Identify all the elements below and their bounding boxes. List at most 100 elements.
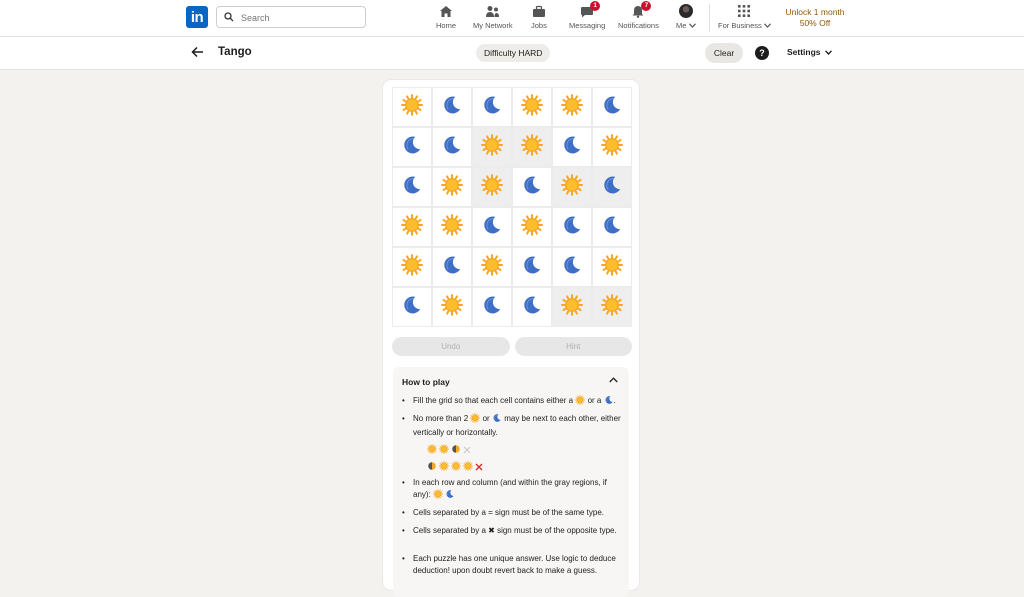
rule-1-or: or a: [587, 396, 602, 405]
moon-icon: [481, 214, 503, 241]
moon-icon: [604, 395, 614, 409]
example-valid-row: [427, 441, 471, 459]
search-icon: [224, 12, 234, 22]
grid-cell[interactable]: [512, 87, 552, 127]
moon-icon: [481, 94, 503, 121]
grid-cell[interactable]: [592, 207, 632, 247]
grid-cell[interactable]: [432, 127, 472, 167]
half-sun-moon-icon: [451, 441, 461, 459]
moon-icon: [441, 94, 463, 121]
grid-cell[interactable]: [432, 167, 472, 207]
undo-button[interactable]: Undo: [392, 337, 510, 356]
settings-button[interactable]: Settings: [787, 47, 832, 57]
nav-jobs-label: Jobs: [531, 21, 547, 30]
grid-cell[interactable]: [432, 87, 472, 127]
grid-cell[interactable]: [392, 287, 432, 327]
tango-grid: [392, 87, 632, 327]
nav-for-business-label-wrap: For Business: [718, 21, 771, 30]
chevron-up-icon[interactable]: [609, 377, 618, 383]
nav-messaging-label: Messaging: [569, 21, 606, 30]
sun-icon: [601, 133, 623, 161]
rule-1-text: Fill the grid so that each cell contains…: [413, 396, 574, 405]
help-icon[interactable]: ?: [755, 46, 769, 60]
rule-4: • Cells separated by a = sign must be of …: [402, 507, 622, 519]
grid-cell[interactable]: [432, 207, 472, 247]
grid-cell[interactable]: [472, 247, 512, 287]
moon-icon: [521, 174, 543, 201]
hint-button[interactable]: Hint: [514, 337, 632, 356]
nav-home[interactable]: Home: [436, 3, 456, 33]
rule-6-text: Each puzzle has one unique answer. Use l…: [413, 554, 616, 575]
example-invalid-row: [427, 458, 483, 476]
promo-line-2: 50% Off: [799, 18, 831, 28]
sun-icon: [439, 458, 449, 476]
moon-icon: [441, 254, 463, 281]
sun-icon: [401, 93, 423, 121]
nav-me-label-wrap: Me: [676, 21, 696, 30]
grid-cell[interactable]: [392, 247, 432, 287]
grid-cell[interactable]: [552, 127, 592, 167]
nav-me[interactable]: Me: [676, 3, 696, 33]
grid-cell[interactable]: [392, 167, 432, 207]
nav-notifications[interactable]: 7 Notifications: [618, 1, 659, 33]
moon-icon: [601, 214, 623, 241]
moon-icon: [521, 254, 543, 281]
sun-icon: [481, 253, 503, 281]
how-to-play-panel: How to play • Fill the grid so that each…: [393, 367, 629, 597]
nav-divider: [709, 4, 710, 32]
grid-cell[interactable]: [512, 247, 552, 287]
grid-cell[interactable]: [552, 167, 592, 207]
premium-promo-link[interactable]: Unlock 1 month 50% Off: [780, 7, 850, 29]
half-sun-moon-icon: [427, 458, 437, 476]
sun-icon: [470, 413, 481, 427]
grid-cell[interactable]: [472, 287, 512, 327]
grid-cell[interactable]: [472, 207, 512, 247]
search-box[interactable]: [216, 6, 366, 28]
grid-cell[interactable]: [552, 207, 592, 247]
sun-icon: [401, 253, 423, 281]
grid-cell[interactable]: [432, 247, 472, 287]
sun-icon: [521, 133, 543, 161]
moon-icon: [445, 489, 455, 503]
grid-cell[interactable]: [592, 167, 632, 207]
grid-cell[interactable]: [552, 247, 592, 287]
sun-icon: [601, 293, 623, 321]
rule-1: • Fill the grid so that each cell contai…: [402, 395, 622, 409]
rule-6: • Each puzzle has one unique answer. Use …: [402, 553, 622, 577]
grid-cell[interactable]: [512, 127, 552, 167]
rule-4-text: Cells separated by a = sign must be of t…: [413, 508, 604, 517]
sun-icon: [439, 441, 449, 459]
nav-for-business[interactable]: For Business: [718, 3, 771, 33]
grid-cell[interactable]: [512, 167, 552, 207]
clear-button[interactable]: Clear: [705, 43, 743, 63]
grid-cell[interactable]: [392, 87, 432, 127]
grid-cell[interactable]: [512, 287, 552, 327]
grid-cell[interactable]: [592, 87, 632, 127]
grid-cell[interactable]: [512, 207, 552, 247]
home-icon: [440, 5, 452, 17]
grid-cell[interactable]: [392, 127, 432, 167]
grid-cell[interactable]: [472, 127, 512, 167]
sun-icon: [401, 213, 423, 241]
nav-jobs[interactable]: Jobs: [531, 3, 547, 33]
nav-my-network[interactable]: My Network: [473, 3, 513, 33]
grid-cell[interactable]: [472, 167, 512, 207]
nav-home-label: Home: [436, 21, 457, 30]
game-header: Tango Difficulty HARD Clear ? Settings: [0, 37, 1024, 70]
moon-icon: [492, 413, 502, 427]
grid-cell[interactable]: [552, 87, 592, 127]
grid-cell[interactable]: [392, 207, 432, 247]
grid-cell[interactable]: [592, 247, 632, 287]
back-arrow-icon[interactable]: [191, 46, 204, 58]
cross-icon: [475, 458, 483, 476]
grid-cell[interactable]: [592, 287, 632, 327]
grid-cell[interactable]: [432, 287, 472, 327]
linkedin-logo[interactable]: in: [186, 6, 208, 28]
sun-icon: [481, 133, 503, 161]
grid-cell[interactable]: [552, 287, 592, 327]
grid-cell[interactable]: [592, 127, 632, 167]
search-input[interactable]: [239, 9, 361, 27]
grid-cell[interactable]: [472, 87, 512, 127]
cross-icon: [463, 441, 471, 459]
nav-messaging[interactable]: 1 Messaging: [569, 1, 606, 33]
